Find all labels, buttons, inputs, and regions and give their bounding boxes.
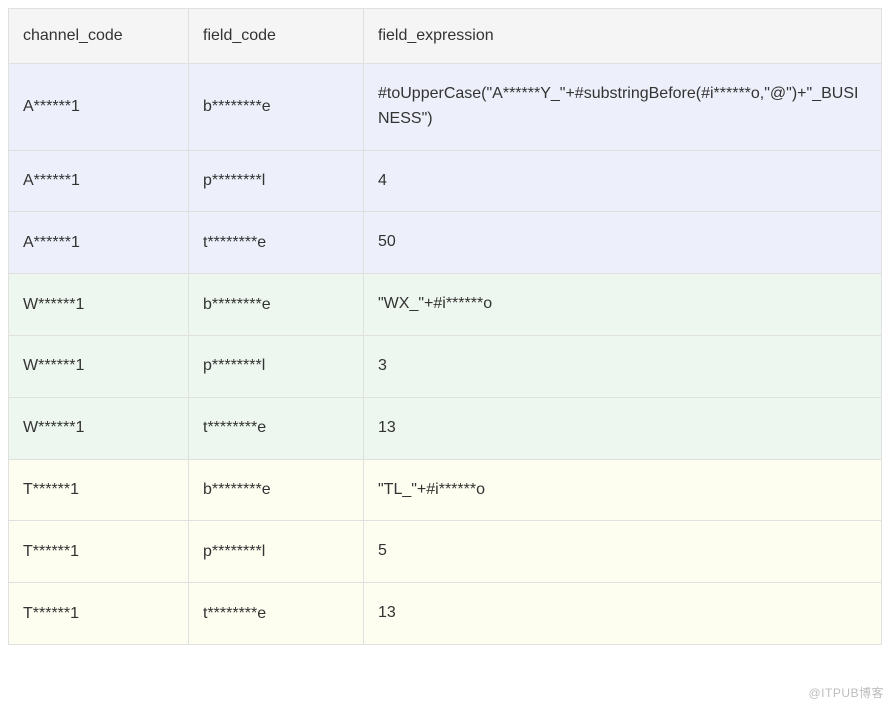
cell-field-expression: 3 xyxy=(364,335,882,397)
cell-channel-code: A******1 xyxy=(9,150,189,212)
table-header-row: channel_code field_code field_expression xyxy=(9,9,882,64)
cell-field-code: t********e xyxy=(189,212,364,274)
cell-field-expression: 13 xyxy=(364,397,882,459)
table-row: A******1 b********e #toUpperCase("A*****… xyxy=(9,64,882,151)
cell-channel-code: A******1 xyxy=(9,212,189,274)
cell-field-expression: 50 xyxy=(364,212,882,274)
table-row: A******1 p********l 4 xyxy=(9,150,882,212)
cell-channel-code: W******1 xyxy=(9,397,189,459)
cell-field-expression: 13 xyxy=(364,583,882,645)
cell-field-code: b********e xyxy=(189,459,364,521)
cell-field-code: p********l xyxy=(189,150,364,212)
cell-field-expression: #toUpperCase("A******Y_"+#substringBefor… xyxy=(364,64,882,151)
table-row: T******1 b********e "TL_"+#i******o xyxy=(9,459,882,521)
cell-field-expression: 5 xyxy=(364,521,882,583)
cell-field-code: t********e xyxy=(189,397,364,459)
cell-field-expression: "TL_"+#i******o xyxy=(364,459,882,521)
cell-field-expression: "WX_"+#i******o xyxy=(364,274,882,336)
table-row: W******1 p********l 3 xyxy=(9,335,882,397)
cell-channel-code: A******1 xyxy=(9,64,189,151)
table-row: T******1 p********l 5 xyxy=(9,521,882,583)
cell-field-code: t********e xyxy=(189,583,364,645)
watermark-text: @ITPUB博客 xyxy=(808,684,884,701)
col-header-field-expression: field_expression xyxy=(364,9,882,64)
cell-field-code: p********l xyxy=(189,335,364,397)
table-row: T******1 t********e 13 xyxy=(9,583,882,645)
cell-field-code: b********e xyxy=(189,274,364,336)
table-row: W******1 b********e "WX_"+#i******o xyxy=(9,274,882,336)
cell-field-expression: 4 xyxy=(364,150,882,212)
col-header-field-code: field_code xyxy=(189,9,364,64)
cell-field-code: b********e xyxy=(189,64,364,151)
table-row: W******1 t********e 13 xyxy=(9,397,882,459)
cell-channel-code: T******1 xyxy=(9,521,189,583)
cell-channel-code: W******1 xyxy=(9,274,189,336)
cell-field-code: p********l xyxy=(189,521,364,583)
cell-channel-code: T******1 xyxy=(9,459,189,521)
col-header-channel-code: channel_code xyxy=(9,9,189,64)
cell-channel-code: W******1 xyxy=(9,335,189,397)
cell-channel-code: T******1 xyxy=(9,583,189,645)
table-row: A******1 t********e 50 xyxy=(9,212,882,274)
field-expression-table: channel_code field_code field_expression… xyxy=(8,8,882,645)
table-body: A******1 b********e #toUpperCase("A*****… xyxy=(9,64,882,645)
